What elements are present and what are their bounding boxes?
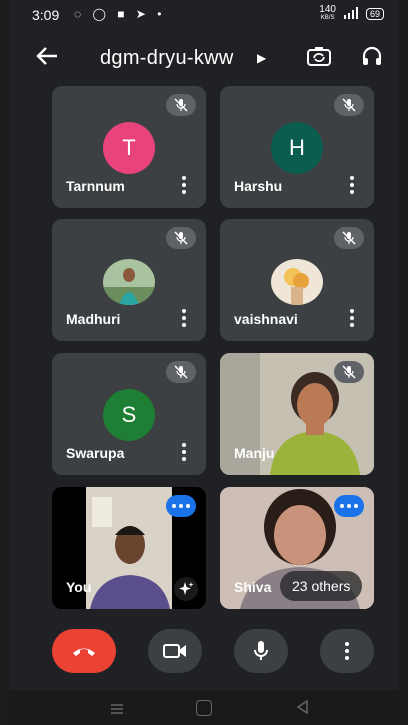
- speed-value: 140: [319, 4, 336, 15]
- battery-icon: 69: [365, 8, 384, 20]
- headphones-icon[interactable]: [360, 44, 386, 70]
- chevron-right-icon[interactable]: ▶: [257, 51, 266, 65]
- participant-name: Shiva: [234, 579, 272, 595]
- more-vert-icon: [345, 642, 349, 660]
- mic-off-icon: [166, 227, 196, 249]
- self-view-tile[interactable]: You: [52, 487, 206, 609]
- end-call-button[interactable]: [52, 629, 116, 673]
- participant-tile[interactable]: vaishnavi: [220, 219, 374, 341]
- profile-photo: [103, 259, 155, 305]
- network-speed: 140 KB/S: [319, 4, 336, 22]
- avatar: H: [271, 122, 323, 174]
- microphone-toggle-button[interactable]: [234, 629, 288, 673]
- end-call-icon: [73, 648, 95, 656]
- participant-tile[interactable]: H Harshu: [220, 86, 374, 208]
- avatar: S: [103, 389, 155, 441]
- participant-tile[interactable]: Shiva 23 others: [220, 487, 374, 609]
- more-options-button[interactable]: [320, 629, 374, 673]
- more-options-icon[interactable]: [350, 309, 354, 327]
- back-arrow-icon[interactable]: [36, 44, 58, 70]
- system-navigation-bar: [10, 690, 398, 725]
- microphone-icon: [254, 641, 268, 660]
- notification-icons: ◌ ◯ ■ ➤ •: [74, 7, 166, 21]
- participant-name: Swarupa: [66, 445, 125, 461]
- mic-off-icon: [334, 361, 364, 383]
- more-options-icon[interactable]: [350, 176, 354, 194]
- participant-name: Tarnnum: [66, 178, 125, 194]
- participant-name: vaishnavi: [234, 311, 298, 327]
- switch-camera-icon[interactable]: [306, 44, 332, 70]
- avatar: T: [103, 122, 155, 174]
- video-camera-icon: [163, 644, 186, 658]
- speed-unit: KB/S: [320, 15, 335, 21]
- meeting-code[interactable]: dgm-dryu-kww: [100, 47, 234, 70]
- status-bar: 3:09 ◌ ◯ ■ ➤ • 140 KB/S 69: [10, 0, 398, 32]
- participant-name: Harshu: [234, 178, 283, 194]
- participant-tile[interactable]: Manju: [220, 353, 374, 475]
- meet-screen: 3:09 ◌ ◯ ■ ➤ • 140 KB/S 69 dgm-dryu-kww …: [10, 0, 398, 725]
- meeting-header: dgm-dryu-kww ▶: [10, 38, 398, 82]
- participant-name: Manju: [234, 445, 275, 461]
- mic-off-icon: [334, 94, 364, 116]
- more-options-icon[interactable]: [182, 309, 186, 327]
- mic-off-icon: [166, 361, 196, 383]
- participant-name: You: [66, 579, 92, 595]
- speaking-indicator-icon: [334, 495, 364, 517]
- more-options-icon[interactable]: [182, 443, 186, 461]
- more-options-icon[interactable]: [182, 176, 186, 194]
- home-icon[interactable]: [196, 700, 212, 716]
- profile-photo: [271, 259, 323, 305]
- speaking-indicator-icon: [166, 495, 196, 517]
- participant-name: Madhuri: [66, 311, 121, 327]
- others-count-badge[interactable]: 23 others: [280, 571, 363, 601]
- signal-icon: [343, 6, 359, 22]
- status-time: 3:09: [32, 7, 60, 23]
- participant-tile[interactable]: Madhuri: [52, 219, 206, 341]
- mic-off-icon: [334, 227, 364, 249]
- participant-tile[interactable]: T Tarnnum: [52, 86, 206, 208]
- recent-apps-icon[interactable]: [110, 702, 124, 720]
- participant-tile[interactable]: S Swarupa: [52, 353, 206, 475]
- effects-sparkle-icon[interactable]: [174, 577, 198, 601]
- camera-toggle-button[interactable]: [148, 629, 202, 673]
- mic-off-icon: [166, 94, 196, 116]
- status-right: 140 KB/S 69: [319, 4, 384, 22]
- back-nav-icon[interactable]: [296, 699, 308, 719]
